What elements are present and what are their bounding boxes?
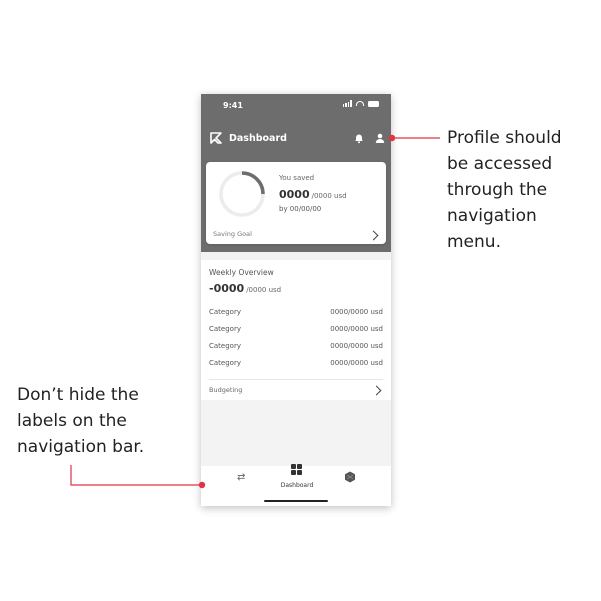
nav-dashboard-label[interactable]: Dashboard — [272, 482, 322, 489]
hexagon-icon[interactable] — [344, 471, 356, 483]
saving-goal-label: Saving Goal — [213, 230, 252, 238]
category-name: Category — [209, 359, 241, 367]
saved-value: 0000 — [279, 188, 310, 201]
divider — [209, 379, 383, 380]
annotation-line-text: be accessed — [447, 154, 553, 174]
category-value: 0000/0000 usd — [330, 308, 383, 316]
weekly-amount: -0000/0000 usd — [209, 282, 281, 295]
profile-annotation: Profile should be accessed through the n… — [447, 125, 562, 255]
chevron-right-icon[interactable] — [371, 385, 382, 396]
logo-icon — [210, 132, 222, 144]
page-title: Dashboard — [229, 133, 287, 144]
weekly-value: -0000 — [209, 282, 245, 295]
category-name: Category — [209, 308, 241, 316]
status-icons — [342, 100, 379, 107]
annotation-line-text: Profile should — [447, 128, 562, 148]
bell-icon[interactable] — [353, 132, 365, 144]
weekly-overview: Weekly Overview -0000/0000 usd Category 0… — [201, 260, 391, 400]
nav-callout-line — [70, 465, 202, 486]
app-header: 9:41 Dashboard You saved 0000/0000 usd b… — [201, 94, 391, 252]
category-value: 0000/0000 usd — [330, 359, 383, 367]
home-indicator — [264, 500, 328, 502]
profile-icon[interactable] — [374, 132, 386, 144]
category-row: Category 0000/0000 usd — [209, 325, 383, 337]
saved-suffix: /0000 usd — [311, 192, 347, 200]
category-value: 0000/0000 usd — [330, 325, 383, 333]
category-row: Category 0000/0000 usd — [209, 342, 383, 354]
progress-ring — [219, 171, 265, 217]
category-name: Category — [209, 342, 241, 350]
category-name: Category — [209, 325, 241, 333]
transfer-icon[interactable]: ⇄ — [237, 472, 245, 483]
labels-annotation: Don’t hide the labels on the navigation … — [17, 382, 144, 460]
category-row: Category 0000/0000 usd — [209, 359, 383, 371]
category-value: 0000/0000 usd — [330, 342, 383, 350]
annotation-line-text: labels on the — [17, 411, 127, 431]
chevron-right-icon[interactable] — [368, 230, 379, 241]
annotation-line-text: through the — [447, 180, 548, 200]
annotation-line-text: Don’t hide the — [17, 385, 139, 405]
weekly-title: Weekly Overview — [209, 268, 274, 277]
signal-icon — [342, 100, 352, 107]
saved-label: You saved — [279, 174, 315, 182]
phone-screen: 9:41 Dashboard You saved 0000/0000 usd b… — [201, 94, 391, 506]
category-row: Category 0000/0000 usd — [209, 308, 383, 320]
bottom-navigation: ⇄ Dashboard — [201, 464, 391, 506]
dashboard-icon[interactable] — [291, 464, 303, 476]
saving-goal-card[interactable]: You saved 0000/0000 usd by 00/00/00 Savi… — [206, 162, 386, 244]
saved-date: by 00/00/00 — [279, 205, 322, 213]
annotation-line-text: menu. — [447, 232, 501, 252]
annotation-line-text: navigation — [447, 206, 537, 226]
saved-amount: 0000/0000 usd — [279, 188, 347, 201]
weekly-suffix: /0000 usd — [246, 286, 282, 294]
budgeting-link[interactable]: Budgeting — [209, 386, 242, 394]
wifi-icon — [356, 101, 364, 106]
battery-icon — [368, 100, 379, 107]
annotation-line-text: navigation bar. — [17, 437, 145, 457]
status-time: 9:41 — [223, 101, 243, 110]
